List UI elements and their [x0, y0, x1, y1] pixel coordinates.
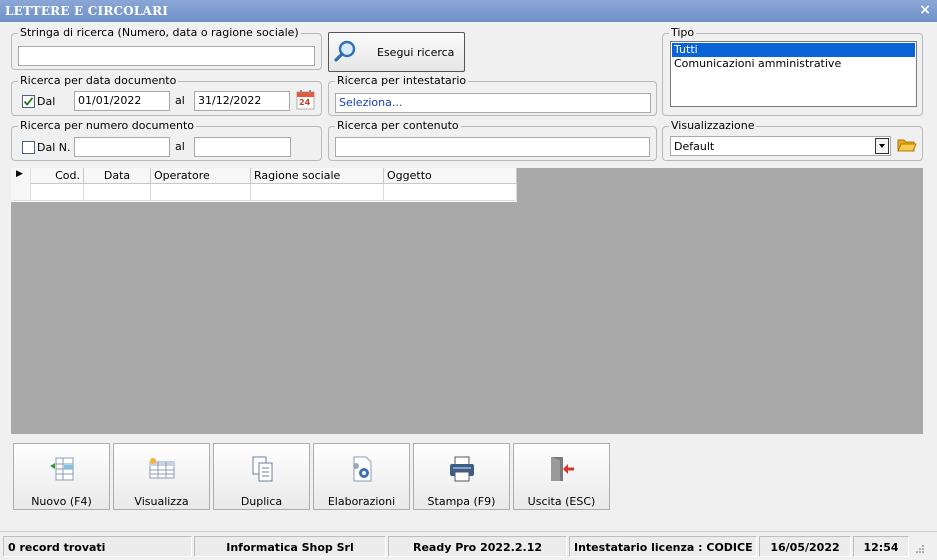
date-search-legend: Ricerca per data documento [18, 74, 179, 87]
exit-button-label: Uscita (ESC) [527, 495, 596, 508]
exit-button[interactable]: Uscita (ESC) [513, 443, 610, 510]
print-button[interactable]: Stampa (F9) [413, 443, 510, 510]
visualizzazione-group: Visualizzazione Default [662, 119, 923, 161]
view-button-label: Visualizza [134, 495, 189, 508]
processing-button-label: Elaborazioni [327, 495, 396, 508]
content-search-input[interactable] [335, 137, 650, 157]
search-string-input[interactable] [18, 46, 315, 66]
results-grid[interactable]: Cod. Data Operatore Ragione sociale Ogge… [11, 168, 517, 202]
status-version: Ready Pro 2022.2.12 [388, 536, 567, 557]
view-button[interactable]: Visualizza [113, 443, 210, 510]
tipo-option-tutti[interactable]: Tutti [672, 43, 915, 57]
col-cod[interactable]: Cod. [31, 168, 84, 184]
table-row-cell[interactable] [251, 184, 384, 201]
close-icon[interactable]: × [919, 2, 931, 18]
printer-icon [450, 456, 474, 482]
table-row-cell[interactable] [84, 184, 151, 201]
table-row-cell[interactable] [384, 184, 517, 201]
process-gear-icon [353, 456, 372, 482]
table-row-cell[interactable] [151, 184, 251, 201]
new-button-label: Nuovo (F4) [31, 495, 92, 508]
print-button-label: Stampa (F9) [427, 495, 496, 508]
status-bar: 0 record trovati Informatica Shop Srl Re… [0, 531, 937, 560]
new-record-icon [50, 457, 74, 481]
calendar-day: 24 [299, 98, 311, 107]
visualizzazione-legend: Visualizzazione [669, 119, 757, 132]
tipo-legend: Tipo [669, 26, 697, 39]
table-row-cell[interactable] [31, 184, 84, 201]
duplicate-button[interactable]: Duplica [213, 443, 310, 510]
title-bar: LETTERE E CIRCOLARI × [0, 0, 937, 22]
processing-button[interactable]: Elaborazioni [313, 443, 410, 510]
magnifier-icon [334, 40, 356, 62]
number-from-checkbox[interactable] [22, 141, 35, 154]
holder-search-group: Ricerca per intestatario Seleziona... [328, 74, 657, 116]
content-search-group: Ricerca per contenuto [328, 119, 657, 161]
status-time: 12:54 [853, 536, 909, 557]
resize-grip-icon[interactable] [915, 544, 925, 554]
folder-open-icon[interactable] [896, 135, 917, 155]
status-record-count: 0 record trovati [3, 536, 192, 557]
results-grid-area[interactable]: Cod. Data Operatore Ragione sociale Ogge… [11, 168, 923, 434]
visualizzazione-select[interactable]: Default [670, 136, 891, 156]
checkmark-icon [23, 97, 34, 106]
tipo-option-comunicazioni[interactable]: Comunicazioni amministrative [672, 57, 915, 71]
number-to-input[interactable] [194, 137, 291, 157]
search-string-group: Stringa di ricerca (Numero, data o ragio… [11, 26, 322, 70]
search-button[interactable]: Esegui ricerca [328, 32, 465, 72]
window-title: LETTERE E CIRCOLARI [5, 4, 169, 18]
tipo-listbox[interactable]: Tutti Comunicazioni amministrative [670, 41, 917, 107]
col-operatore[interactable]: Operatore [151, 168, 251, 184]
row-header[interactable] [11, 184, 31, 201]
duplicate-button-label: Duplica [240, 495, 283, 508]
col-oggetto[interactable]: Oggetto [384, 168, 517, 184]
holder-select-field[interactable]: Seleziona... [335, 93, 651, 113]
number-to-label: al [175, 140, 185, 153]
number-from-label: Dal N. [37, 141, 71, 154]
date-from-checkbox[interactable] [22, 95, 35, 108]
duplicate-icon [252, 456, 273, 482]
status-license: Intestatario licenza : CODICE SRL [569, 536, 757, 557]
search-button-label: Esegui ricerca [377, 46, 455, 59]
status-date: 16/05/2022 [759, 536, 851, 557]
number-search-group: Ricerca per numero documento Dal N. al [11, 119, 322, 161]
main-window: LETTERE E CIRCOLARI × Stringa di ricerca… [0, 0, 937, 560]
new-button[interactable]: Nuovo (F4) [13, 443, 110, 510]
visualizzazione-value: Default [674, 140, 715, 153]
date-from-label: Dal [37, 95, 56, 108]
date-from-input[interactable]: 01/01/2022 [74, 91, 170, 111]
date-to-label: al [175, 94, 185, 107]
content-search-legend: Ricerca per contenuto [335, 119, 461, 132]
row-indicator-cell: ▶ [11, 168, 31, 184]
date-to-input[interactable]: 31/12/2022 [194, 91, 290, 111]
chevron-down-icon[interactable] [875, 138, 889, 154]
view-table-icon [149, 458, 175, 479]
date-search-group: Ricerca per data documento Dal 01/01/202… [11, 74, 322, 116]
search-string-legend: Stringa di ricerca (Numero, data o ragio… [18, 26, 301, 39]
exit-door-icon [551, 457, 574, 481]
col-data[interactable]: Data [84, 168, 151, 184]
number-search-legend: Ricerca per numero documento [18, 119, 197, 132]
row-indicator-icon: ▶ [16, 169, 23, 179]
calendar-icon[interactable]: 24 [296, 90, 315, 110]
holder-search-legend: Ricerca per intestatario [335, 74, 469, 87]
number-from-input[interactable] [74, 137, 170, 157]
status-company: Informatica Shop Srl [194, 536, 386, 557]
tipo-group: Tipo Tutti Comunicazioni amministrative [662, 26, 923, 116]
col-ragione-sociale[interactable]: Ragione sociale [251, 168, 384, 184]
